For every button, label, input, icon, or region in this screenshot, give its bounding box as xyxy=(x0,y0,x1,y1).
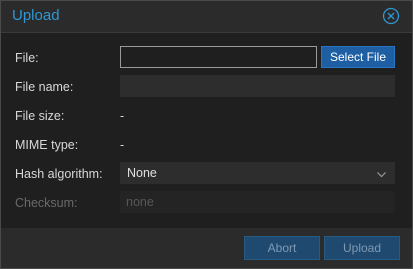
mime-type-value: - xyxy=(120,138,125,152)
hash-algorithm-select[interactable]: None xyxy=(120,162,395,184)
mime-type-label: MIME type: xyxy=(15,138,79,152)
file-size-label: File size: xyxy=(15,109,65,123)
checksum-row: Checksum: xyxy=(1,190,412,216)
mime-type-row: MIME type: - xyxy=(1,132,412,158)
dialog-footer: Abort Upload xyxy=(1,228,412,268)
select-file-button[interactable]: Select File xyxy=(321,46,395,68)
file-input[interactable] xyxy=(120,46,317,68)
file-name-row: File name: xyxy=(1,74,412,100)
dialog-body: File: Select File File name: File size: … xyxy=(1,32,412,229)
chevron-down-icon xyxy=(376,167,387,178)
upload-dialog: Upload File: Select File File name: File… xyxy=(0,0,413,269)
close-icon[interactable] xyxy=(382,7,400,25)
hash-algorithm-selected: None xyxy=(127,166,157,180)
file-name-label: File name: xyxy=(15,80,74,94)
hash-algorithm-label: Hash algorithm: xyxy=(15,167,103,181)
upload-button[interactable]: Upload xyxy=(324,236,400,260)
file-row: File: Select File xyxy=(1,45,412,71)
dialog-title: Upload xyxy=(12,7,60,24)
hash-algorithm-row: Hash algorithm: None xyxy=(1,161,412,187)
file-size-value: - xyxy=(120,109,125,123)
abort-button[interactable]: Abort xyxy=(244,236,320,260)
file-label: File: xyxy=(15,51,39,65)
dialog-titlebar: Upload xyxy=(1,1,412,32)
checksum-label: Checksum: xyxy=(15,196,78,210)
file-name-input[interactable] xyxy=(120,75,395,97)
checksum-input xyxy=(120,191,395,213)
file-size-row: File size: - xyxy=(1,103,412,129)
